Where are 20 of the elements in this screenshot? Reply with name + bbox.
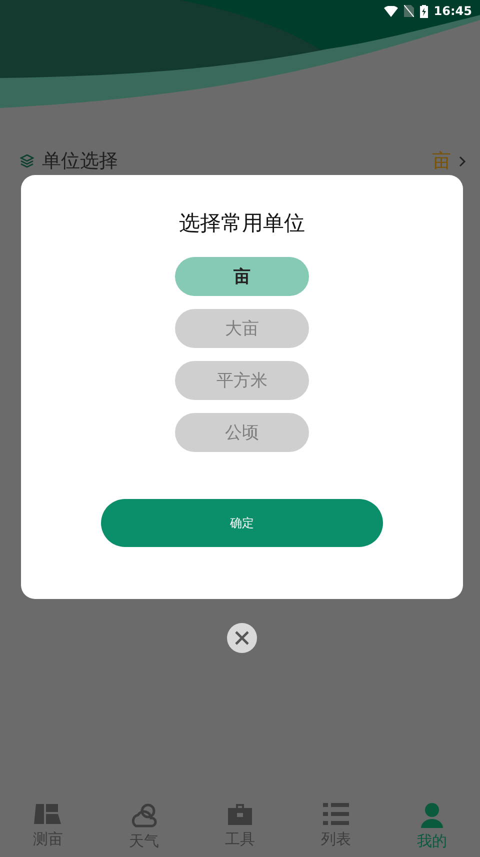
- chevron-right-icon: [459, 156, 466, 166]
- unit-option[interactable]: 亩: [175, 257, 309, 296]
- status-time: 16:45: [434, 4, 472, 18]
- close-button[interactable]: [227, 623, 257, 653]
- layers-icon: [20, 154, 34, 168]
- list-icon: [323, 802, 349, 826]
- dialog-title: 选择常用单位: [179, 210, 305, 237]
- map-icon: [34, 802, 62, 826]
- confirm-button[interactable]: 确定: [101, 499, 383, 547]
- briefcase-icon: [227, 802, 253, 826]
- cloud-sun-icon: [130, 802, 158, 828]
- unit-option[interactable]: 大亩: [175, 309, 309, 348]
- nav-tab[interactable]: 我的: [397, 802, 467, 851]
- unit-option[interactable]: 平方米: [175, 361, 309, 400]
- person-icon: [420, 802, 444, 828]
- unit-option[interactable]: 公顷: [175, 413, 309, 452]
- wifi-icon: [384, 6, 398, 16]
- unit-row-label: 单位选择: [42, 149, 119, 174]
- unit-row-value: 亩: [432, 149, 451, 174]
- close-icon: [235, 631, 249, 645]
